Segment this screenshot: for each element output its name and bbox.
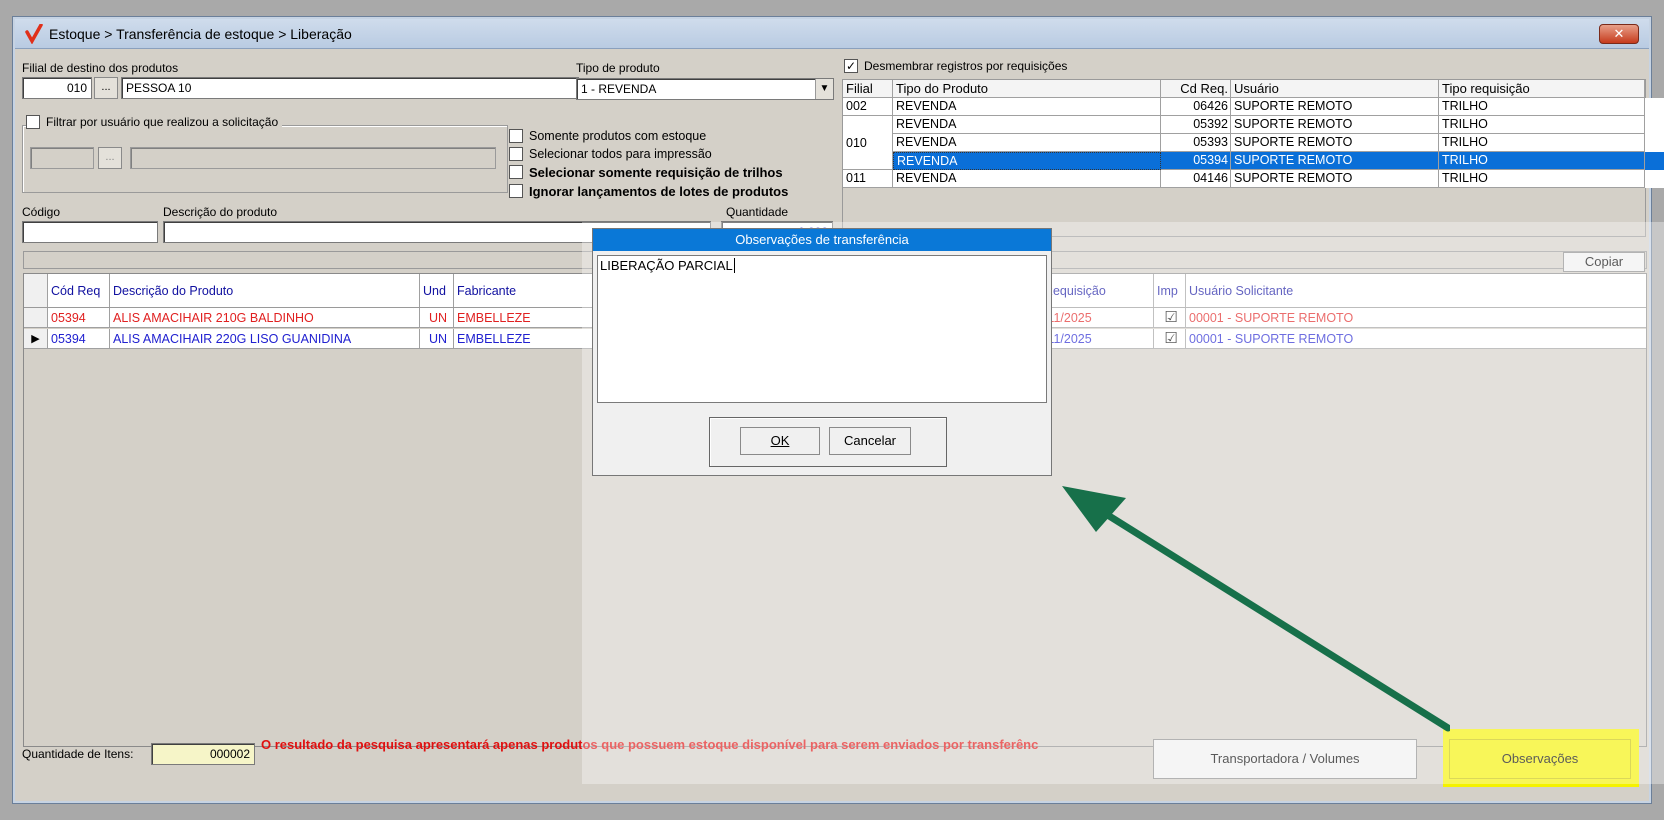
qtd-itens-field: 000002 xyxy=(151,743,255,765)
cell-und: UN xyxy=(420,329,454,348)
option-label: Selecionar somente requisição de trilhos xyxy=(529,164,783,180)
option-checkbox[interactable] xyxy=(509,147,523,161)
req-header-cd[interactable]: Cd Req. xyxy=(1161,80,1231,98)
cell-cod-req: 05394 xyxy=(48,329,110,348)
req-grid-header: Filial Tipo do Produto Cd Req. Usuário T… xyxy=(843,80,1645,98)
desmembrar-label: Desmembrar registros por requisições xyxy=(864,59,1068,73)
req-cell-tipo: REVENDA xyxy=(893,152,1161,170)
filial-lookup-button[interactable]: ... xyxy=(94,77,118,99)
observacoes-text: LIBERAÇÃO PARCIAL xyxy=(600,258,733,273)
desmembrar-row[interactable]: ✓ Desmembrar registros por requisições xyxy=(844,59,1067,73)
req-header-filial[interactable]: Filial xyxy=(843,80,893,98)
qtd-itens-label: Quantidade de Itens: xyxy=(22,747,134,761)
option-checkbox[interactable] xyxy=(509,184,523,198)
req-cell-cd: 05393 xyxy=(1161,134,1231,152)
req-cell-tipo: REVENDA xyxy=(893,116,1161,134)
ok-button[interactable]: OK xyxy=(740,427,820,455)
filter-user-label: Filtrar por usuário que realizou a solic… xyxy=(46,115,279,129)
filter-user-lookup-button[interactable]: ... xyxy=(98,147,122,169)
req-cell-tipo: REVENDA xyxy=(893,98,1161,116)
req-cell-tipo-req: TRILHO xyxy=(1439,116,1645,134)
req-cell-cd: 05394 xyxy=(1161,152,1231,170)
codigo-label: Código xyxy=(22,205,61,219)
option-label: Somente produtos com estoque xyxy=(529,129,707,143)
options-list: Somente produtos com estoque Selecionar … xyxy=(509,127,788,201)
cell-cod-req: 05394 xyxy=(48,308,110,327)
req-header-usuario[interactable]: Usuário xyxy=(1231,80,1439,98)
header-indicator xyxy=(24,274,48,307)
filter-user-checkbox[interactable] xyxy=(26,115,40,129)
row-indicator: ▶ xyxy=(24,329,48,348)
desmembrar-checkbox[interactable]: ✓ xyxy=(844,59,858,73)
option-label: Selecionar todos para impressão xyxy=(529,147,712,161)
observacoes-dialog: Observações de transferência LIBERAÇÃO P… xyxy=(592,228,1052,476)
req-cell-cd: 06426 xyxy=(1161,98,1231,116)
option-selecionar-todos[interactable]: Selecionar todos para impressão xyxy=(509,145,788,163)
req-cell-usuario: SUPORTE REMOTO xyxy=(1231,98,1439,116)
dialog-title: Observações de transferência xyxy=(593,229,1051,251)
filter-user-name-field xyxy=(130,147,496,169)
req-row[interactable]: REVENDA 05392 SUPORTE REMOTO TRILHO xyxy=(893,116,1664,134)
req-header-tipo[interactable]: Tipo do Produto xyxy=(893,80,1161,98)
chevron-down-icon[interactable]: ▼ xyxy=(815,79,833,99)
option-ignorar-lotes[interactable]: Ignorar lançamentos de lotes de produtos xyxy=(509,181,788,201)
option-label: Ignorar lançamentos de lotes de produtos xyxy=(529,183,789,199)
req-cell-tipo: REVENDA xyxy=(893,134,1161,152)
row-indicator xyxy=(24,308,48,327)
option-checkbox[interactable] xyxy=(509,129,523,143)
req-cell-tipo: REVENDA xyxy=(893,170,1161,188)
req-row[interactable]: REVENDA 04146 SUPORTE REMOTO TRILHO xyxy=(893,170,1664,188)
header-cod-req[interactable]: Cód Req xyxy=(48,274,110,307)
tutorial-arrow-icon xyxy=(1062,486,1450,732)
app-logo-icon xyxy=(25,24,43,44)
filter-user-code-input[interactable] xyxy=(30,147,94,169)
req-cell-tipo-req: TRILHO xyxy=(1439,152,1645,170)
window-title: Estoque > Transferência de estoque > Lib… xyxy=(49,26,352,42)
req-row[interactable]: REVENDA 05393 SUPORTE REMOTO TRILHO xyxy=(893,134,1664,152)
req-cell-usuario: SUPORTE REMOTO xyxy=(1231,152,1439,170)
descricao-label: Descrição do produto xyxy=(163,205,278,219)
header-und[interactable]: Und xyxy=(420,274,454,307)
req-row[interactable]: REVENDA 06426 SUPORTE REMOTO TRILHO xyxy=(893,98,1664,116)
cell-und: UN xyxy=(420,308,454,327)
filial-code-input[interactable]: 010 xyxy=(22,77,92,99)
tipo-produto-value: 1 - REVENDA xyxy=(581,82,657,96)
close-button[interactable]: ✕ xyxy=(1599,24,1639,44)
option-somente-estoque[interactable]: Somente produtos com estoque xyxy=(509,127,788,145)
filial-label: Filial de destino dos produtos xyxy=(22,61,179,75)
filial-name-field: PESSOA 10 xyxy=(121,77,579,99)
req-cell-tipo-req: TRILHO xyxy=(1439,170,1645,188)
req-cell-cd: 04146 xyxy=(1161,170,1231,188)
tipo-produto-label: Tipo de produto xyxy=(576,61,660,75)
tipo-produto-select[interactable]: 1 - REVENDA ▼ xyxy=(576,78,834,100)
req-cell-usuario: SUPORTE REMOTO xyxy=(1231,170,1439,188)
cell-descricao: ALIS AMACIHAIR 210G BALDINHO xyxy=(110,308,420,327)
title-bar: Estoque > Transferência de estoque > Lib… xyxy=(15,19,1649,49)
filter-user-checkbox-row[interactable]: Filtrar por usuário que realizou a solic… xyxy=(26,115,283,129)
req-cell-tipo-req: TRILHO xyxy=(1439,134,1645,152)
req-cell-cd: 05392 xyxy=(1161,116,1231,134)
req-cell-usuario: SUPORTE REMOTO xyxy=(1231,116,1439,134)
req-row-selected[interactable]: REVENDA 05394 SUPORTE REMOTO TRILHO xyxy=(893,152,1664,170)
req-cell-tipo-req: TRILHO xyxy=(1439,98,1645,116)
text-cursor xyxy=(733,258,735,273)
quantidade-label: Quantidade xyxy=(726,205,789,219)
requisicoes-grid[interactable]: Filial Tipo do Produto Cd Req. Usuário T… xyxy=(842,79,1664,237)
observacoes-textarea[interactable]: LIBERAÇÃO PARCIAL xyxy=(597,255,1047,403)
option-somente-trilhos[interactable]: Selecionar somente requisição de trilhos xyxy=(509,163,788,181)
option-checkbox[interactable] xyxy=(509,165,523,179)
req-header-tipo-req[interactable]: Tipo requisição xyxy=(1439,80,1645,98)
req-filial-group: 011 xyxy=(843,170,893,188)
req-filial-group: 002 xyxy=(843,98,893,116)
req-filial-group: 010 xyxy=(843,116,893,170)
cancel-button[interactable]: Cancelar xyxy=(829,427,911,455)
header-descricao[interactable]: Descrição do Produto xyxy=(110,274,420,307)
req-cell-usuario: SUPORTE REMOTO xyxy=(1231,134,1439,152)
codigo-input[interactable] xyxy=(22,221,158,243)
cell-descricao: ALIS AMACIHAIR 220G LISO GUANIDINA xyxy=(110,329,420,348)
